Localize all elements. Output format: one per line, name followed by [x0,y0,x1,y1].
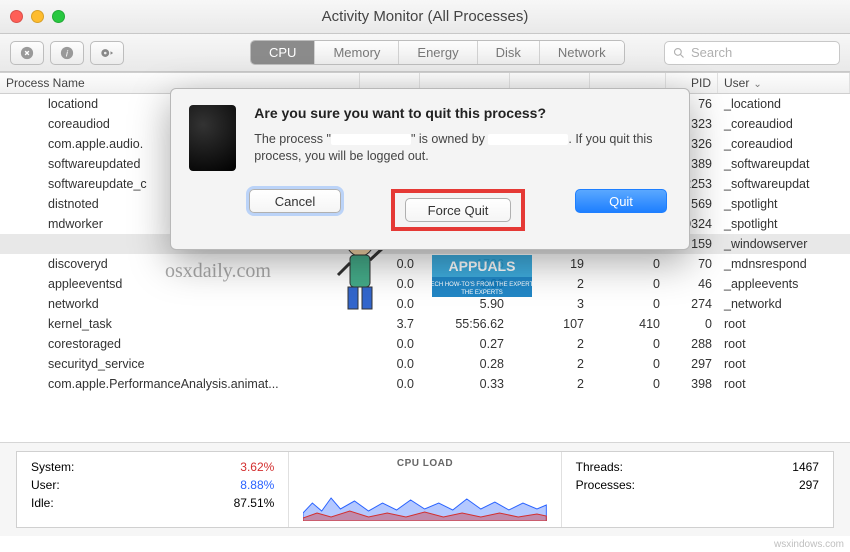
toolbar: i CPU Memory Energy Disk Network Search [0,34,850,72]
dialog-message: The process "" is owned by . If you quit… [254,131,667,165]
table-row[interactable]: com.apple.PerformanceAnalysis.animat...0… [0,374,850,394]
footer: System:3.62% User:8.88% Idle:87.51% CPU … [0,442,850,536]
cancel-button[interactable]: Cancel [249,189,341,213]
table-row[interactable]: securityd_service0.00.2820297root [0,354,850,374]
tab-network[interactable]: Network [540,41,624,64]
cpu-load-graph: CPU LOAD [289,452,561,527]
tab-memory[interactable]: Memory [315,41,399,64]
table-row[interactable]: discoveryd0.0170619070_mdnsrespond [0,254,850,274]
minimize-icon[interactable] [31,10,44,23]
watermark-wsxindows: wsxindows.com [774,539,844,550]
quit-process-dialog: Are you sure you want to quit this proce… [170,88,690,250]
cpu-summary: System:3.62% User:8.88% Idle:87.51% [17,452,289,527]
table-row[interactable]: networkd0.05.9030274_networkd [0,294,850,314]
table-row[interactable]: appleeventsd0.00.602046_appleevents [0,274,850,294]
tab-energy[interactable]: Energy [399,41,477,64]
search-input[interactable]: Search [664,41,840,65]
table-row[interactable]: kernel_task3.755:56.621074100root [0,314,850,334]
gear-menu-button[interactable] [90,41,124,65]
force-quit-button[interactable]: Force Quit [405,198,511,222]
window-title: Activity Monitor (All Processes) [0,8,850,25]
col-user[interactable]: User⌄ [718,73,850,93]
tab-disk[interactable]: Disk [478,41,540,64]
table-row[interactable]: corestoraged0.00.2720288root [0,334,850,354]
search-icon [673,47,685,59]
tab-cpu[interactable]: CPU [251,41,315,64]
stop-process-button[interactable] [10,41,44,65]
traffic-lights [10,10,65,23]
zoom-icon[interactable] [52,10,65,23]
quit-button[interactable]: Quit [575,189,667,213]
force-quit-highlight: Force Quit [391,189,525,231]
dialog-heading: Are you sure you want to quit this proce… [254,105,667,121]
chevron-down-icon: ⌄ [753,79,761,90]
close-icon[interactable] [10,10,23,23]
counts-summary: Threads:1467 Processes:297 [562,452,833,527]
process-icon [189,105,236,171]
tab-segmented-control: CPU Memory Energy Disk Network [250,40,625,65]
search-placeholder: Search [691,45,732,60]
info-button[interactable]: i [50,41,84,65]
window-titlebar: Activity Monitor (All Processes) [0,0,850,34]
